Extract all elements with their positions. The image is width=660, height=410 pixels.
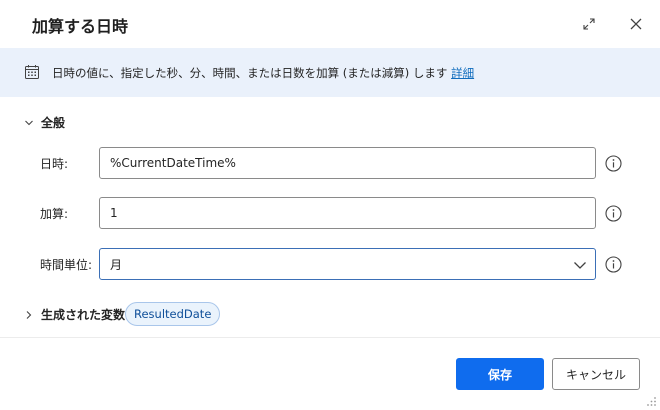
time-unit-select[interactable]: 月 (99, 248, 596, 280)
datetime-value: %CurrentDateTime% (110, 156, 236, 170)
chevron-down-icon (25, 120, 33, 125)
chevron-right-icon (26, 310, 32, 319)
variables-section-toggle[interactable]: 生成された変数 (24, 306, 125, 323)
info-circle-icon[interactable] (605, 205, 622, 222)
dialog-header: 加算する日時 (0, 0, 660, 48)
datetime-input[interactable]: %CurrentDateTime% (99, 147, 596, 179)
close-icon (630, 18, 642, 30)
variables-section-label: 生成された変数 (41, 308, 126, 322)
general-section-toggle[interactable]: 全般 (24, 114, 65, 131)
dialog: 加算する日時 日時の値に、指定した秒、分、時間、または日数を加算 (または減算)… (0, 0, 660, 410)
expand-icon (583, 18, 595, 30)
details-link[interactable]: 詳細 (451, 66, 474, 80)
calendar-icon (25, 65, 39, 79)
info-description: 日時の値に、指定した秒、分、時間、または日数を加算 (または減算) します 詳細 (52, 65, 474, 81)
info-text: 日時の値に、指定した秒、分、時間、または日数を加算 (または減算) します (52, 66, 448, 80)
datetime-label: 日時: (40, 157, 69, 171)
time-unit-value: 月 (110, 257, 123, 272)
dialog-title: 加算する日時 (32, 17, 129, 36)
resize-grip-icon[interactable] (645, 395, 657, 407)
general-section-label: 全般 (41, 116, 66, 130)
add-label: 加算: (40, 207, 69, 221)
footer-divider (0, 337, 660, 338)
chevron-down-icon (574, 262, 586, 269)
add-value: 1 (110, 206, 118, 220)
close-button[interactable] (626, 14, 646, 34)
add-input[interactable]: 1 (99, 197, 596, 229)
info-bar: 日時の値に、指定した秒、分、時間、または日数を加算 (または減算) します 詳細 (0, 48, 660, 97)
save-button[interactable]: 保存 (456, 358, 544, 390)
info-circle-icon[interactable] (605, 256, 622, 273)
resulted-date-variable[interactable]: ResultedDate (125, 302, 221, 326)
cancel-button[interactable]: キャンセル (552, 358, 640, 390)
info-circle-icon[interactable] (605, 155, 622, 172)
expand-button[interactable] (579, 14, 599, 34)
time-unit-label: 時間単位: (40, 258, 93, 272)
